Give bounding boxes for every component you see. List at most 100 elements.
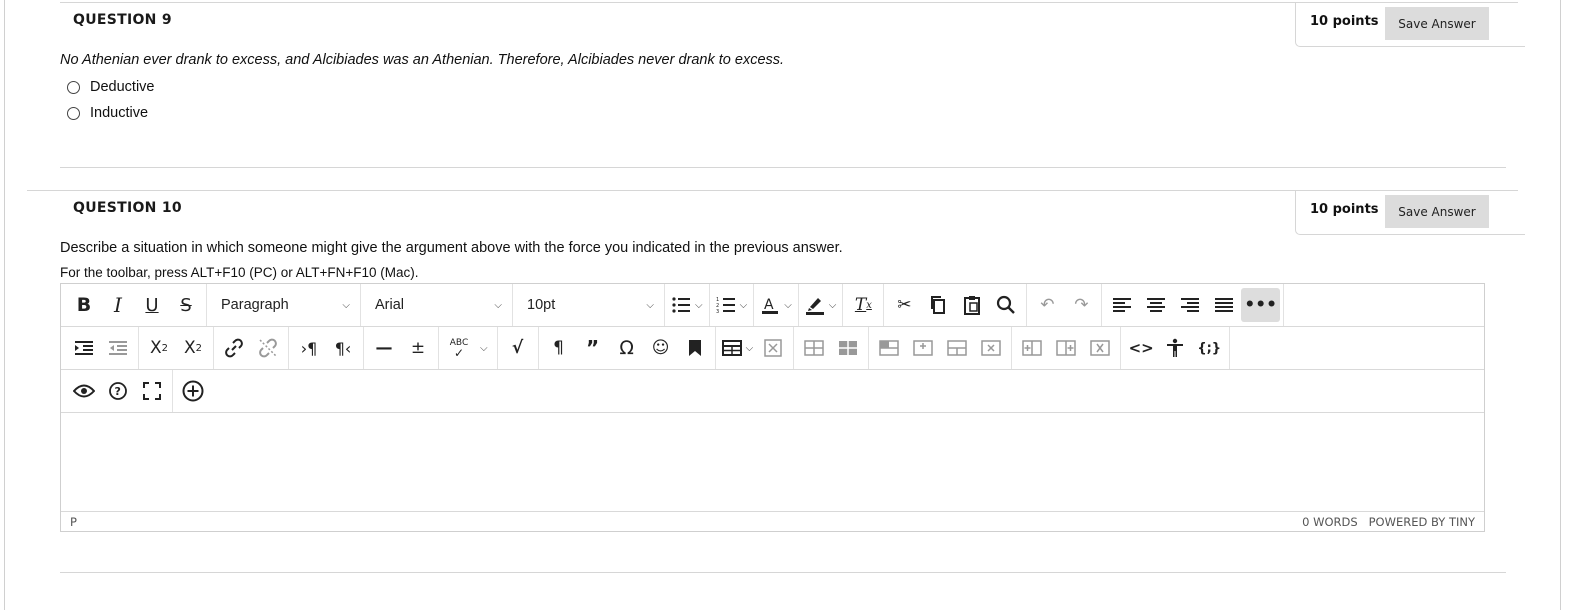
- preview-icon[interactable]: [67, 374, 101, 408]
- chevron-down-icon: ⌵: [828, 299, 837, 311]
- toolbar-hint: For the toolbar, press ALT+F10 (PC) or A…: [60, 265, 419, 280]
- question-10-points-box: 10 points Save Answer: [1295, 190, 1525, 235]
- chevron-down-icon: ⌵: [342, 299, 350, 311]
- points-label: 10 points: [1310, 202, 1379, 217]
- insert-col-after-icon[interactable]: [1049, 331, 1083, 365]
- align-right-icon[interactable]: [1173, 288, 1207, 322]
- toolbar-row-2: X2 X2 ›¶ ¶‹ — ± ABC ✓ ⌵ √ ¶ ” Ω ☺ ⌵ <> {…: [61, 327, 1484, 370]
- block-format-select[interactable]: Paragraph ⌵: [207, 284, 361, 326]
- option-inductive[interactable]: Inductive: [67, 105, 148, 121]
- plus-minus-icon[interactable]: ±: [401, 331, 435, 365]
- svg-text:A: A: [764, 297, 774, 313]
- bold-icon[interactable]: B: [67, 288, 101, 322]
- status-right: 0 WORDS POWERED BY TINY: [1302, 515, 1475, 529]
- insert-row-after-icon[interactable]: [906, 331, 940, 365]
- italic-icon[interactable]: I: [101, 288, 135, 322]
- option-label: Deductive: [90, 79, 155, 95]
- highlight-icon[interactable]: ⌵: [802, 288, 840, 322]
- paragraph-mark-icon[interactable]: ¶: [542, 331, 576, 365]
- justify-icon[interactable]: [1207, 288, 1241, 322]
- table-row-props-icon[interactable]: [797, 331, 831, 365]
- block-format-value: Paragraph: [221, 297, 289, 313]
- bookmark-icon[interactable]: [678, 331, 712, 365]
- unlink-icon[interactable]: [251, 331, 285, 365]
- link-icon[interactable]: [217, 331, 251, 365]
- superscript-icon[interactable]: X2: [142, 331, 176, 365]
- find-icon[interactable]: [989, 288, 1023, 322]
- chevron-down-icon: ⌵: [494, 299, 502, 311]
- accessibility-icon[interactable]: [1158, 331, 1192, 365]
- page-border: [4, 0, 5, 610]
- indent-icon[interactable]: [67, 331, 101, 365]
- numbered-list-icon[interactable]: 123 ⌵: [713, 288, 751, 322]
- chevron-down-icon: ⌵: [745, 342, 754, 354]
- element-path[interactable]: P: [70, 515, 77, 529]
- rich-text-editor: B I U S Paragraph ⌵ Arial ⌵ 10pt ⌵ ⌵ 123…: [60, 283, 1485, 532]
- question-9-points-box: 10 points Save Answer: [1295, 2, 1525, 47]
- paste-icon[interactable]: [955, 288, 989, 322]
- save-answer-button[interactable]: Save Answer: [1385, 195, 1489, 228]
- outdent-icon[interactable]: [101, 331, 135, 365]
- table-icon[interactable]: ⌵: [719, 331, 757, 365]
- font-family-select[interactable]: Arial ⌵: [361, 284, 513, 326]
- insert-col-icon[interactable]: [940, 331, 974, 365]
- spellcheck-icon[interactable]: ABC ✓: [442, 331, 476, 365]
- option-deductive[interactable]: Deductive: [67, 79, 154, 95]
- insert-row-before-icon[interactable]: [872, 331, 906, 365]
- save-answer-button[interactable]: Save Answer: [1385, 7, 1489, 40]
- section-divider: [60, 167, 1506, 168]
- editor-content-area[interactable]: [61, 413, 1484, 512]
- powered-by-link[interactable]: POWERED BY TINY: [1369, 515, 1475, 529]
- redo-icon[interactable]: ↷: [1064, 288, 1098, 322]
- chevron-down-icon: ⌵: [739, 299, 748, 311]
- rtl-icon[interactable]: ¶‹: [326, 331, 360, 365]
- help-icon[interactable]: ?: [101, 374, 135, 408]
- insert-col-before-icon[interactable]: [1015, 331, 1049, 365]
- radio-button[interactable]: [67, 106, 80, 120]
- bullet-list-icon[interactable]: ⌵: [668, 288, 706, 322]
- editor-status-bar: P 0 WORDS POWERED BY TINY: [61, 511, 1484, 531]
- toolbar-row-1: B I U S Paragraph ⌵ Arial ⌵ 10pt ⌵ ⌵ 123…: [61, 284, 1484, 327]
- blockquote-icon[interactable]: ”: [576, 331, 610, 365]
- word-count[interactable]: 0 WORDS: [1302, 515, 1358, 529]
- svg-text:3: 3: [716, 309, 719, 314]
- fullscreen-icon[interactable]: [135, 374, 169, 408]
- font-size-select[interactable]: 10pt ⌵: [513, 284, 665, 326]
- template-icon[interactable]: {;}: [1192, 331, 1226, 365]
- undo-icon[interactable]: ↶: [1030, 288, 1064, 322]
- points-label: 10 points: [1310, 14, 1379, 29]
- ltr-icon[interactable]: ›¶: [292, 331, 326, 365]
- align-center-icon[interactable]: [1139, 288, 1173, 322]
- subscript-icon[interactable]: X2: [176, 331, 210, 365]
- code-icon[interactable]: <>: [1124, 331, 1158, 365]
- special-char-icon[interactable]: Ω: [610, 331, 644, 365]
- option-label: Inductive: [90, 105, 149, 121]
- more-icon[interactable]: •••: [1241, 288, 1280, 322]
- horizontal-rule-icon[interactable]: —: [367, 331, 401, 365]
- add-content-icon[interactable]: [176, 374, 210, 408]
- delete-row-icon[interactable]: [974, 331, 1008, 365]
- page-border: [1560, 0, 1561, 610]
- clear-format-icon[interactable]: Tx: [846, 288, 880, 322]
- chevron-down-icon: ⌵: [646, 299, 654, 311]
- question-9-title: QUESTION 9: [73, 12, 172, 28]
- math-icon[interactable]: √: [501, 331, 535, 365]
- chevron-down-icon: ⌵: [695, 299, 703, 311]
- table-cell-props-icon[interactable]: [831, 331, 865, 365]
- cut-icon[interactable]: ✂: [887, 288, 921, 322]
- toolbar-row-3: ?: [61, 370, 1484, 413]
- text-color-icon[interactable]: A ⌵: [757, 288, 795, 322]
- question-9-prompt: No Athenian ever drank to excess, and Al…: [60, 52, 785, 68]
- emoji-icon[interactable]: ☺: [644, 331, 678, 365]
- radio-button[interactable]: [67, 80, 80, 94]
- strikethrough-icon[interactable]: S: [169, 288, 203, 322]
- question-10-prompt: Describe a situation in which someone mi…: [60, 240, 843, 256]
- font-family-value: Arial: [375, 297, 405, 313]
- underline-icon[interactable]: U: [135, 288, 169, 322]
- delete-table-icon[interactable]: [756, 331, 790, 365]
- align-left-icon[interactable]: [1105, 288, 1139, 322]
- chevron-down-icon[interactable]: ⌵: [480, 343, 488, 354]
- section-divider: [60, 572, 1506, 573]
- copy-icon[interactable]: [921, 288, 955, 322]
- delete-col-icon[interactable]: [1083, 331, 1117, 365]
